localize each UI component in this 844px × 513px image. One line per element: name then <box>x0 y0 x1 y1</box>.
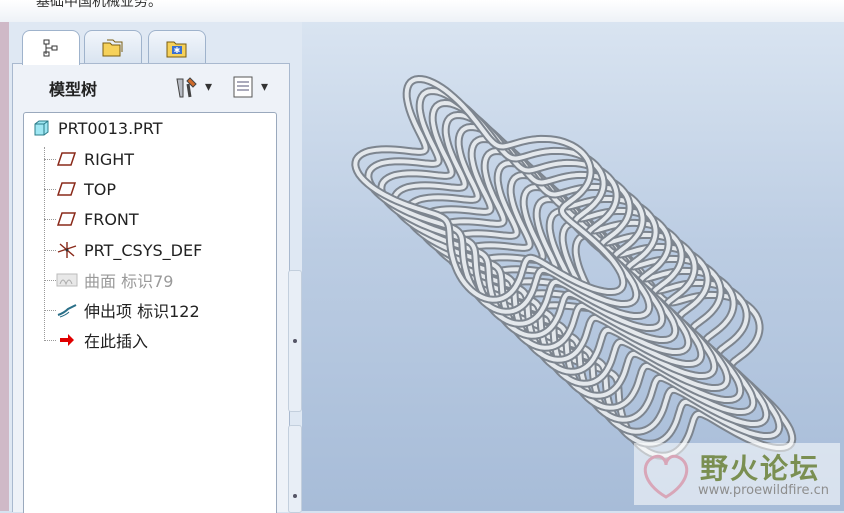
grip-icon <box>293 494 297 498</box>
model-tree-panel: 模型树 ▾ ▾ PRT0013.PRT RIGHT TOP FRONT PRT_… <box>12 63 290 513</box>
tree-item-label: PRT0013.PRT <box>58 118 163 138</box>
tree-item-surface[interactable]: 曲面 标识79 <box>56 267 173 293</box>
model-tree-icon <box>43 39 58 57</box>
insert-here-arrow-icon <box>56 331 78 349</box>
tree-item-front[interactable]: FRONT <box>56 206 139 232</box>
tree-item-label: PRT_CSYS_DEF <box>84 240 203 260</box>
tree-item-protrusion[interactable]: 伸出项 标识122 <box>56 297 200 323</box>
watermark: 野火论坛 www.proewildfire.cn <box>634 443 840 505</box>
tree-item-label: FRONT <box>84 209 139 229</box>
tools-settings-icon <box>176 77 197 98</box>
tree-connector <box>44 219 56 220</box>
tree-item-label: TOP <box>84 179 117 199</box>
coil-model-render <box>351 75 797 460</box>
watermark-url: www.proewildfire.cn <box>698 483 829 498</box>
tab-folder-browser[interactable] <box>84 30 142 65</box>
tree-connector <box>44 147 45 341</box>
grip-icon <box>293 339 297 343</box>
graphics-viewport[interactable] <box>302 22 844 511</box>
datum-plane-icon <box>56 150 78 168</box>
tab-favorites[interactable]: ✱ <box>148 30 206 65</box>
tree-connector <box>44 250 56 251</box>
folder-browser-icon <box>102 39 123 57</box>
tree-item-label: RIGHT <box>84 149 135 169</box>
svg-text:✱: ✱ <box>174 46 181 55</box>
tree-connector <box>44 189 56 190</box>
chevron-down-icon: ▾ <box>261 79 269 95</box>
tree-connector <box>44 310 56 311</box>
pane-resize-handle[interactable] <box>288 270 302 412</box>
tree-connector <box>44 340 56 341</box>
datum-plane-icon <box>56 180 78 198</box>
forum-logo-icon <box>643 454 689 499</box>
tree-item-label: 曲面 标识79 <box>84 272 174 291</box>
tree-item-part[interactable]: PRT0013.PRT <box>30 115 163 141</box>
tree-item-top[interactable]: TOP <box>56 176 116 202</box>
part-icon <box>30 119 52 137</box>
tree-item-right[interactable]: RIGHT <box>56 146 134 172</box>
tree-connector <box>44 280 56 281</box>
panel-title: 模型树 <box>49 80 98 99</box>
datum-plane-icon <box>56 210 78 228</box>
watermark-title: 野火论坛 <box>700 452 821 485</box>
message-bar: 基础中国机械业务。 <box>0 0 844 23</box>
show-options-icon <box>233 76 253 98</box>
tab-model-tree[interactable] <box>22 30 80 65</box>
tree-item-insert-here[interactable]: 在此插入 <box>56 327 148 353</box>
surface-icon <box>56 271 78 289</box>
settings-menu-button[interactable]: ▾ <box>173 74 212 100</box>
window-edge <box>0 22 9 511</box>
tree-item-csys[interactable]: PRT_CSYS_DEF <box>56 237 202 263</box>
tree-connector <box>44 159 56 160</box>
pane-resize-handle[interactable] <box>288 425 302 513</box>
message-text: 基础中国机械业务。 <box>36 0 162 10</box>
tree-item-label: 伸出项 标识122 <box>84 302 200 321</box>
favorites-folder-icon: ✱ <box>166 41 187 58</box>
model-tree: PRT0013.PRT RIGHT TOP FRONT PRT_CSYS_DEF <box>23 112 277 513</box>
protrusion-icon <box>56 301 78 319</box>
coordinate-system-icon <box>56 241 78 259</box>
chevron-down-icon: ▾ <box>205 79 213 95</box>
tree-item-label: 在此插入 <box>84 332 149 351</box>
show-menu-button[interactable]: ▾ <box>231 74 268 100</box>
